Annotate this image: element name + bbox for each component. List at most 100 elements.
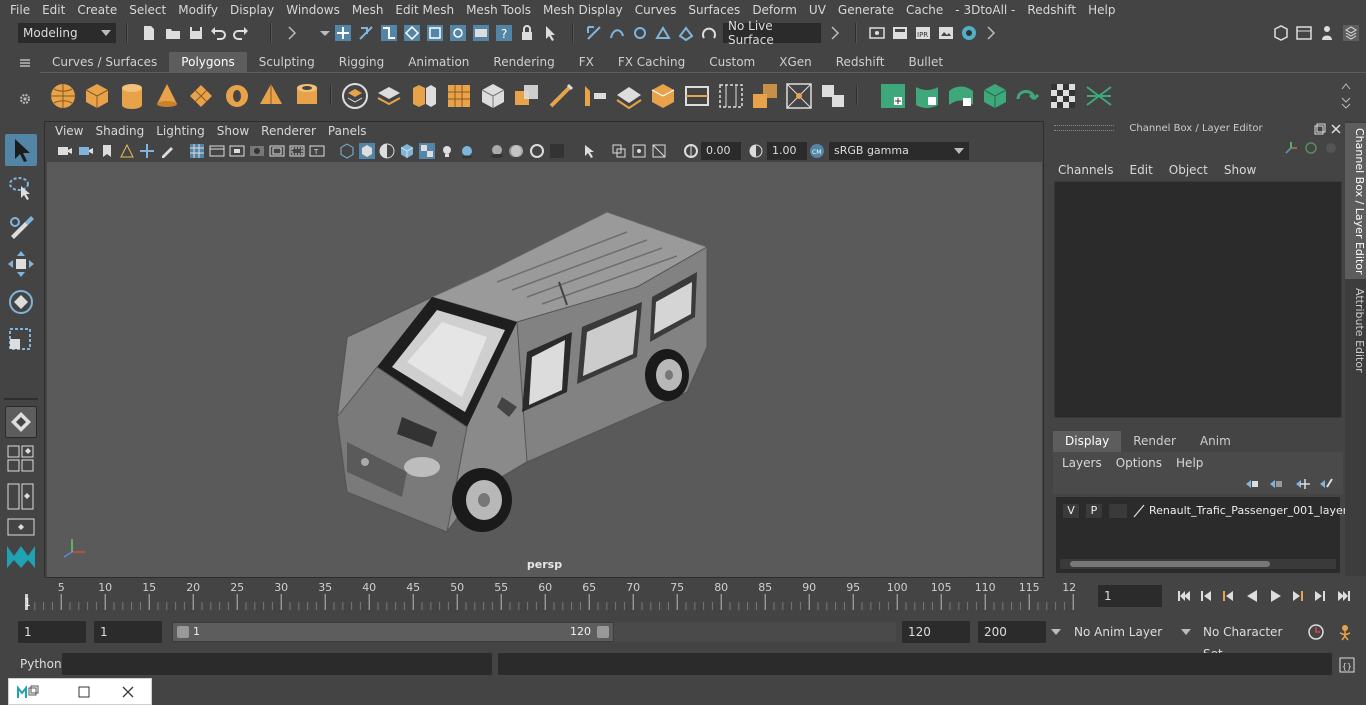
character-controls-icon[interactable] [1318,24,1336,42]
scale-tool[interactable] [5,324,37,356]
color-management-icon[interactable]: CM [809,143,825,159]
rotate-tool[interactable] [5,286,37,318]
channel-list[interactable] [1054,181,1342,418]
tab-fx-caching[interactable]: FX Caching [606,52,697,72]
panel-menu-shading[interactable]: Shading [89,124,150,138]
uv-unfold-icon[interactable] [1014,81,1044,111]
average-vertices-icon[interactable] [478,81,508,111]
menu-display[interactable]: Display [224,3,280,17]
lights-icon[interactable] [439,143,455,159]
anim-layer-dropdown[interactable]: No Anim Layer [1068,621,1174,643]
live-surface-field[interactable]: No Live Surface [723,19,821,47]
poly-plane-icon[interactable] [186,81,216,111]
camera-icon[interactable] [57,143,73,159]
bookmark-icon[interactable] [99,143,115,159]
gear-icon[interactable] [18,92,32,106]
render-settings-icon[interactable] [868,24,886,42]
step-forward-icon[interactable] [1312,588,1328,604]
close-icon[interactable] [1330,123,1342,135]
bevel-icon[interactable] [614,81,644,111]
workspace-icon[interactable] [1272,24,1290,42]
tab-xgen[interactable]: XGen [767,52,824,72]
help-query-icon[interactable]: ? [495,24,513,42]
layer-display-type-toggle[interactable] [1108,503,1128,519]
exposure-field[interactable]: 0.00 [701,142,741,160]
move-layer-up-icon[interactable] [1244,477,1260,491]
tab-rigging[interactable]: Rigging [327,52,396,72]
menu-select[interactable]: Select [123,3,172,17]
shadows-icon[interactable] [459,143,475,159]
script-editor-icon[interactable]: {} [1338,656,1356,674]
gamma-icon[interactable] [748,143,764,159]
speed-icon[interactable] [1324,141,1338,155]
new-scene-icon[interactable] [140,24,158,42]
layer-row[interactable]: V P Renault_Trafic_Passenger_001_layer [1056,501,1347,521]
panel-menu-panels[interactable]: Panels [322,124,373,138]
multi-cut-icon[interactable] [716,81,746,111]
play-backwards-icon[interactable] [1244,588,1260,604]
ipr-render-icon[interactable]: IPR [914,24,932,42]
menu-windows[interactable]: Windows [280,3,346,17]
menu-mesh-tools[interactable]: Mesh Tools [460,3,537,17]
booleans-icon[interactable] [512,81,542,111]
close-icon[interactable] [121,685,135,699]
step-back-key-icon[interactable] [1220,588,1236,604]
menu-cache[interactable]: Cache [900,3,949,17]
tab-render[interactable]: Render [1121,431,1188,452]
menu-uv[interactable]: UV [803,3,832,17]
render-frame-icon[interactable] [891,24,909,42]
open-scene-icon[interactable] [164,24,182,42]
menu-deform[interactable]: Deform [746,3,803,17]
save-scene-icon[interactable] [187,24,205,42]
uv-spherical-icon[interactable] [946,81,976,111]
chevron-down-icon[interactable] [1180,627,1192,637]
append-polygon-icon[interactable] [682,81,712,111]
play-forwards-icon[interactable] [1268,588,1284,604]
current-frame-field[interactable]: 1 [1098,585,1162,607]
menu-mesh-display[interactable]: Mesh Display [537,3,629,17]
image-plane-icon[interactable] [119,143,135,159]
undo-icon[interactable] [209,24,227,42]
collapse-arrow-icon[interactable] [283,24,301,42]
chevron-down-icon[interactable] [316,24,334,42]
step-forward-key-icon[interactable] [1290,588,1306,604]
render-view-icon[interactable] [937,24,955,42]
panel-menu-show[interactable]: Show [211,124,255,138]
snap-point-icon[interactable] [631,24,649,42]
mode-dropdown[interactable]: Modeling [18,23,116,43]
tab-channel-box-layer-editor[interactable]: Channel Box / Layer Editor [1345,123,1366,279]
uv-planar-icon[interactable] [878,81,908,111]
go-to-start-icon[interactable] [1176,588,1192,604]
tab-bullet[interactable]: Bullet [896,52,955,72]
menu-curves[interactable]: Curves [629,3,683,17]
extract-icon[interactable] [409,81,439,111]
move-layer-down-icon[interactable] [1268,477,1284,491]
menu-create[interactable]: Create [71,3,123,17]
chevron-down-icon[interactable] [1050,627,1062,637]
two-d-pan-icon[interactable] [139,143,155,159]
separate-icon[interactable] [374,81,404,111]
scrollbar-thumb[interactable] [1070,561,1270,567]
poly-cylinder-icon[interactable] [117,81,147,111]
snap-to-point-icon[interactable] [449,24,467,42]
command-language-label[interactable]: Python [20,657,62,671]
field-chart-icon[interactable] [269,143,285,159]
layout-four-view[interactable] [5,444,37,474]
poly-cube-icon[interactable] [82,81,112,111]
uv-cut-sew-icon[interactable] [1084,81,1114,111]
menu-help[interactable]: Help [1082,3,1121,17]
layer-scrollbar[interactable] [1060,559,1336,569]
uv-automatic-icon[interactable] [980,81,1010,111]
layout-persp-outliner[interactable] [5,518,37,536]
tab-sculpting[interactable]: Sculpting [247,52,327,72]
menu-edit[interactable]: Edit [36,3,71,17]
panel-menu-lighting[interactable]: Lighting [150,124,211,138]
exposure-icon[interactable] [683,143,699,159]
layer-color-icon[interactable] [1132,504,1146,518]
grease-pencil-icon[interactable] [159,143,175,159]
menu-channels[interactable]: Channels [1058,163,1114,177]
panel-menu-renderer[interactable]: Renderer [255,124,322,138]
grid-icon[interactable] [189,143,205,159]
xray-icon[interactable] [611,143,627,159]
menu-modify[interactable]: Modify [172,3,224,17]
